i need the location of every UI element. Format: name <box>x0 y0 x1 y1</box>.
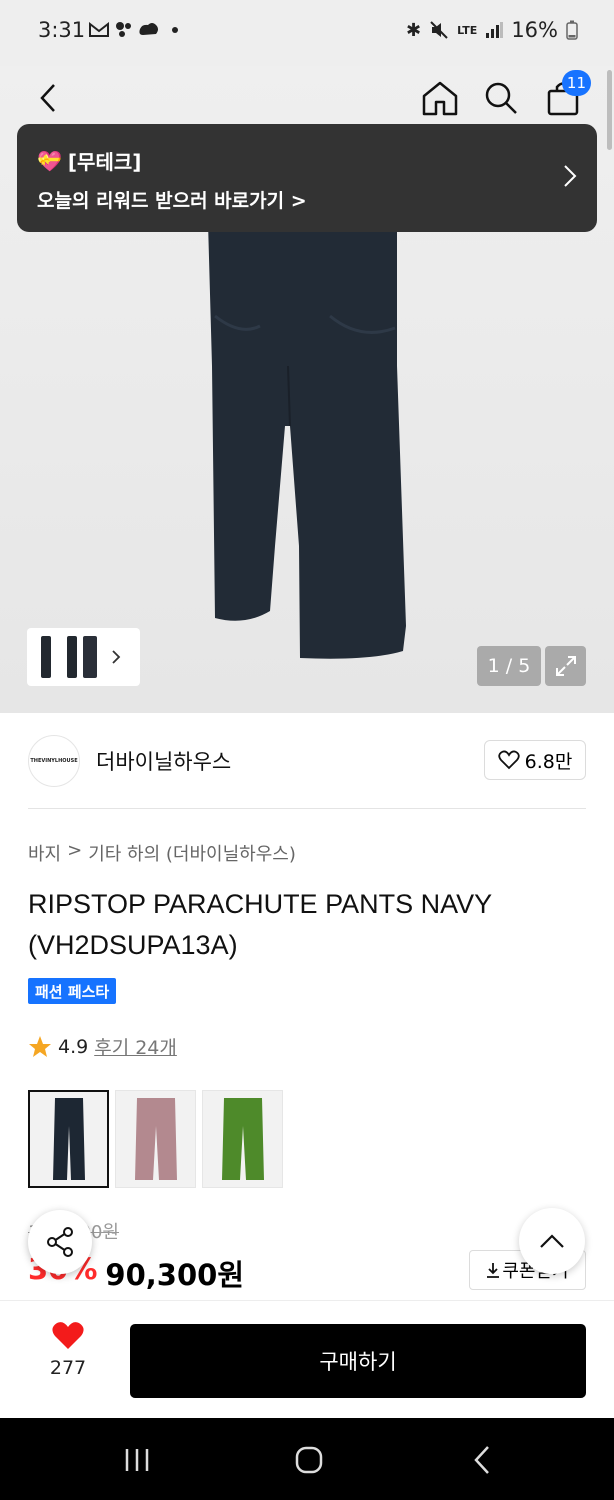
swatch-green[interactable] <box>202 1090 283 1188</box>
reward-banner-body: 오늘의 리워드 받으러 바로가기 > <box>37 190 307 212</box>
battery-percent: 16% <box>511 18 558 42</box>
like-product-button[interactable]: 277 <box>28 1321 108 1401</box>
home-circle-icon <box>295 1446 323 1474</box>
rating-row: 4.9 후기 24개 <box>28 1033 177 1060</box>
pants-thumbnail <box>221 1098 264 1180</box>
home-icon <box>422 81 458 116</box>
recents-button[interactable] <box>107 1440 167 1480</box>
reward-banner-title: 💝 [무테크] <box>37 146 141 175</box>
chevron-right-icon <box>564 165 577 187</box>
dot-icon <box>172 27 178 33</box>
buy-button[interactable]: 구매하기 <box>130 1324 586 1398</box>
breadcrumb-subcategory[interactable]: 기타 하의 (더바이닐하우스) <box>88 840 296 866</box>
reviews-link[interactable]: 후기 24개 <box>94 1033 177 1060</box>
rating-score: 4.9 <box>58 1035 89 1058</box>
pants-thumbnail <box>52 1098 85 1180</box>
back-button[interactable] <box>24 74 72 122</box>
notification-icons <box>88 20 178 40</box>
search-button[interactable] <box>477 74 525 122</box>
purchase-bar: 277 구매하기 <box>0 1300 614 1418</box>
breadcrumb: 바지 > 기타 하의 (더바이닐하우스) <box>28 840 296 866</box>
pants-thumbnail <box>134 1098 177 1180</box>
thumbnail-2[interactable] <box>67 636 77 678</box>
swatch-pink[interactable] <box>115 1090 196 1188</box>
brand-row[interactable]: THEVINYLHOUSE 더바이닐하우스 6.8만 <box>0 713 614 809</box>
home-system-button[interactable] <box>279 1440 339 1480</box>
expand-image-button[interactable] <box>545 646 586 686</box>
pinwheel-icon <box>116 22 131 37</box>
top-navigation: 11 <box>0 66 614 130</box>
thumbnail-1[interactable] <box>41 636 51 678</box>
status-time: 3:31 <box>38 18 86 42</box>
heart-outline-icon <box>497 750 520 770</box>
back-arrow-icon <box>40 84 55 112</box>
heart-filled-icon <box>52 1322 84 1349</box>
cart-count-badge: 11 <box>561 70 591 96</box>
divider <box>28 808 586 809</box>
reward-banner-title-text: [무테크] <box>67 150 142 174</box>
brand-name[interactable]: 더바이닐하우스 <box>96 746 231 776</box>
back-arrow-icon <box>474 1446 489 1474</box>
status-bar: 3:31 ✱ LTE 16% <box>0 0 614 66</box>
chevron-up-icon <box>540 1234 564 1248</box>
back-system-button[interactable] <box>452 1440 512 1480</box>
battery-icon <box>566 20 578 40</box>
gmail-icon <box>89 22 109 37</box>
thumbnail-strip[interactable] <box>27 628 140 686</box>
brand-logo[interactable]: THEVINYLHOUSE <box>28 735 80 787</box>
search-icon <box>485 82 517 114</box>
breadcrumb-category[interactable]: 바지 <box>28 840 61 866</box>
chevron-right-icon <box>112 650 121 664</box>
mute-icon <box>430 21 448 39</box>
fashion-festa-badge: 패션 페스타 <box>28 978 117 1004</box>
share-button[interactable] <box>28 1210 92 1274</box>
brand-logo-text: THEVINYLHOUSE <box>30 758 78 764</box>
system-nav-bar <box>0 1418 614 1500</box>
share-icon <box>47 1227 73 1257</box>
home-button[interactable] <box>416 74 464 122</box>
bluetooth-icon: ✱ <box>406 19 422 41</box>
gift-heart-icon: 💝 <box>37 148 62 173</box>
signal-icon <box>486 22 504 38</box>
status-right: ✱ LTE 16% <box>406 18 578 42</box>
breadcrumb-separator: > <box>67 840 83 861</box>
expand-icon <box>555 656 576 676</box>
thumbnail-3[interactable] <box>83 636 97 678</box>
product-title: RIPSTOP PARACHUTE PANTS NAVY (VH2DSUPA13… <box>28 889 492 960</box>
sale-price: 90,300원 <box>105 1258 245 1292</box>
network-label: LTE <box>457 23 478 37</box>
cart-button[interactable]: 11 <box>539 70 591 122</box>
cloud-icon <box>139 23 158 35</box>
reward-banner[interactable]: 💝 [무테크] 오늘의 리워드 받으러 바로가기 > <box>17 124 597 232</box>
download-icon <box>487 1263 500 1278</box>
swatch-navy[interactable] <box>28 1090 109 1188</box>
color-swatches <box>28 1090 283 1188</box>
brand-like-count: 6.8만 <box>524 750 573 773</box>
product-like-count: 277 <box>49 1357 87 1379</box>
brand-like-button[interactable]: 6.8만 <box>484 740 586 780</box>
scroll-top-button[interactable] <box>519 1208 585 1274</box>
image-page-counter: 1 / 5 <box>477 646 541 686</box>
star-icon <box>29 1035 51 1057</box>
recents-icon <box>125 1449 149 1471</box>
